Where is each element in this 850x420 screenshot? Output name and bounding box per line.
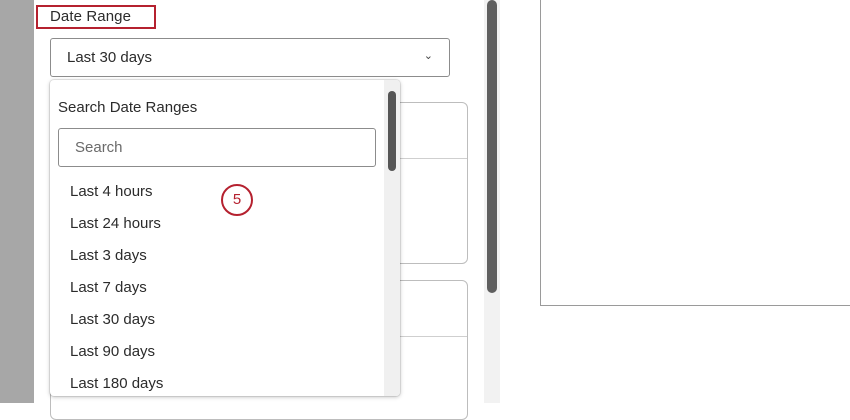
list-item[interactable]: Last 3 days xyxy=(50,240,384,272)
select-value: Last 30 days xyxy=(67,49,153,66)
date-range-dropdown: Search Date Ranges Last 4 hours Last 24 … xyxy=(50,80,400,396)
step-number-badge: 5 xyxy=(221,184,253,216)
list-item[interactable]: Last 7 days xyxy=(50,272,384,304)
options-list: Last 4 hours Last 24 hours Last 3 days L… xyxy=(50,176,384,396)
dropdown-scrollbar-thumb[interactable] xyxy=(388,91,396,171)
preview-box xyxy=(540,0,850,306)
list-item[interactable]: Last 24 hours xyxy=(50,208,384,240)
date-range-label: Date Range xyxy=(50,8,132,25)
search-input[interactable] xyxy=(58,128,376,167)
left-gutter xyxy=(0,0,34,403)
list-item[interactable]: Last 180 days xyxy=(50,368,384,396)
panel-scrollbar-thumb[interactable] xyxy=(487,0,497,293)
list-item[interactable]: Last 90 days xyxy=(50,336,384,368)
dropdown-heading: Search Date Ranges xyxy=(58,99,198,116)
date-range-select[interactable]: Last 30 days ⌄ xyxy=(50,38,450,77)
chevron-down-icon: ⌄ xyxy=(423,50,433,62)
list-item[interactable]: Last 30 days xyxy=(50,304,384,336)
list-item[interactable]: Last 4 hours xyxy=(50,176,384,208)
